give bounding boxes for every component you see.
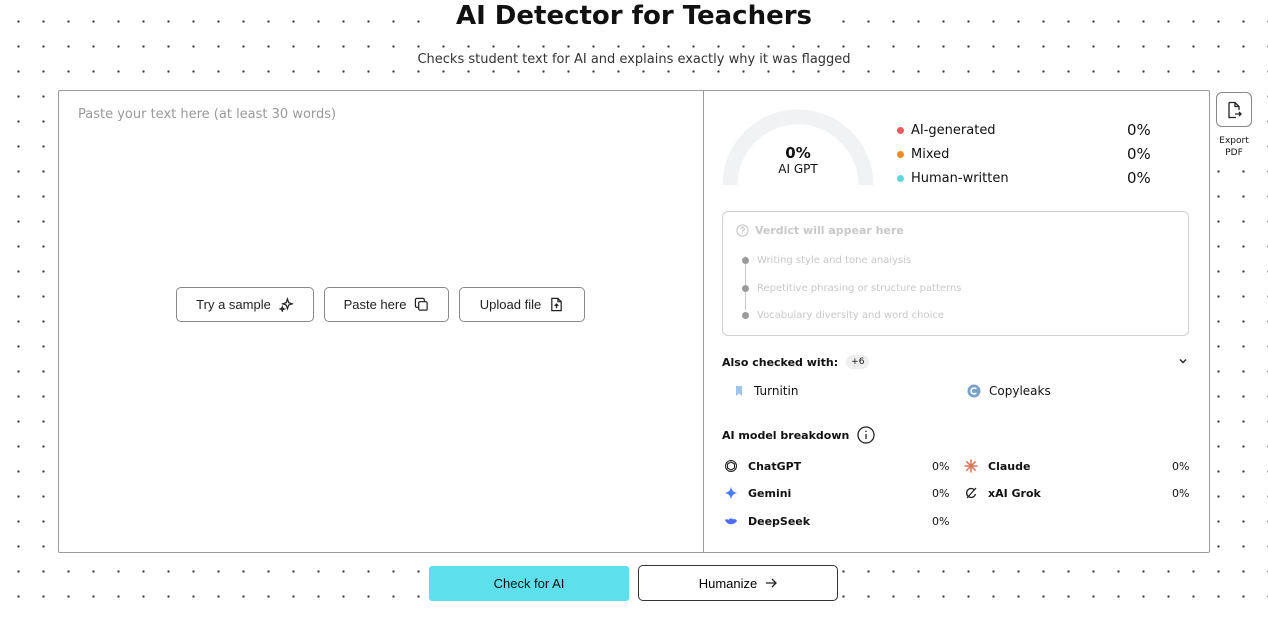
timeline-dot-icon — [742, 312, 749, 319]
also-checked-label: Also checked with: — [722, 355, 839, 369]
more-checkers-badge: +6 — [846, 355, 870, 369]
verdict-box: Verdict will appear here Writing style a… — [722, 211, 1189, 336]
copy-icon — [415, 297, 429, 311]
model-row-grok: xAI Grok 0% — [964, 486, 1189, 500]
also-checked-toggle[interactable]: Also checked with: +6 — [722, 355, 1189, 369]
turnitin-icon — [736, 386, 742, 396]
verdict-title: Verdict will appear here — [736, 224, 904, 237]
deepseek-icon — [725, 518, 737, 525]
model-breakdown-title: AI model breakdown — [722, 426, 875, 444]
model-row-deepseek: DeepSeek 0% — [724, 514, 949, 528]
chatgpt-icon — [724, 459, 738, 473]
arrow-right-icon — [766, 578, 778, 588]
check-for-ai-button[interactable]: Check for AI — [429, 566, 629, 601]
gauge-label: AI GPT — [778, 162, 818, 176]
legend-item-mixed: Mixed 0% — [897, 142, 1157, 166]
verdict-item: Writing style and tone analysis — [742, 255, 911, 266]
info-icon[interactable] — [857, 426, 875, 444]
try-sample-label: Try a sample — [196, 297, 271, 312]
detector-card: Paste your text here (at least 30 words)… — [58, 90, 1210, 553]
verdict-item: Vocabulary diversity and word choice — [742, 310, 944, 321]
model-row-claude: Claude 0% — [964, 459, 1189, 473]
checker-copyleaks: Copyleaks — [967, 384, 1051, 398]
model-row-chatgpt: ChatGPT 0% — [724, 459, 949, 473]
gemini-icon — [724, 486, 738, 500]
model-row-gemini: Gemini 0% — [724, 486, 949, 500]
humanize-button[interactable]: Humanize — [638, 565, 838, 601]
chevron-down-icon[interactable] — [1177, 355, 1189, 367]
export-pdf-label: Export PDF — [1210, 135, 1258, 159]
upload-file-button[interactable]: Upload file — [459, 287, 585, 322]
copyleaks-icon — [967, 384, 981, 398]
export-pdf-button[interactable] — [1216, 92, 1252, 127]
try-sample-button[interactable]: Try a sample — [176, 287, 314, 322]
paste-here-label: Paste here — [343, 297, 407, 312]
human-written-dot-icon — [897, 174, 904, 182]
input-actions: Try a sample Paste here Upload file — [176, 287, 585, 322]
help-circle-icon — [736, 224, 749, 237]
verdict-item: Repetitive phrasing or structure pattern… — [742, 283, 962, 294]
gauge-percent: 0% — [785, 144, 811, 162]
file-upload-icon — [551, 297, 563, 312]
checker-turnitin: Turnitin — [732, 384, 798, 398]
timeline-dot-icon — [742, 257, 749, 264]
paste-here-button[interactable]: Paste here — [324, 287, 449, 322]
page-subtitle: Checks student text for AI and explains … — [0, 51, 1268, 69]
file-export-icon — [1228, 101, 1242, 118]
page-title: AI Detector for Teachers — [0, 0, 1268, 32]
mixed-dot-icon — [897, 150, 904, 158]
ai-generated-dot-icon — [897, 126, 904, 134]
panel-divider — [703, 91, 704, 552]
upload-file-label: Upload file — [479, 297, 542, 312]
legend-item-ai-generated: AI-generated 0% — [897, 118, 1157, 142]
claude-icon — [964, 459, 978, 473]
timeline-dot-icon — [742, 285, 749, 292]
score-legend: AI-generated 0% Mixed 0% Human-written 0… — [897, 118, 1157, 190]
text-input[interactable]: Paste your text here (at least 30 words) — [78, 107, 336, 122]
grok-icon — [966, 487, 977, 499]
sparkles-icon — [278, 297, 294, 312]
legend-item-human-written: Human-written 0% — [897, 166, 1157, 190]
